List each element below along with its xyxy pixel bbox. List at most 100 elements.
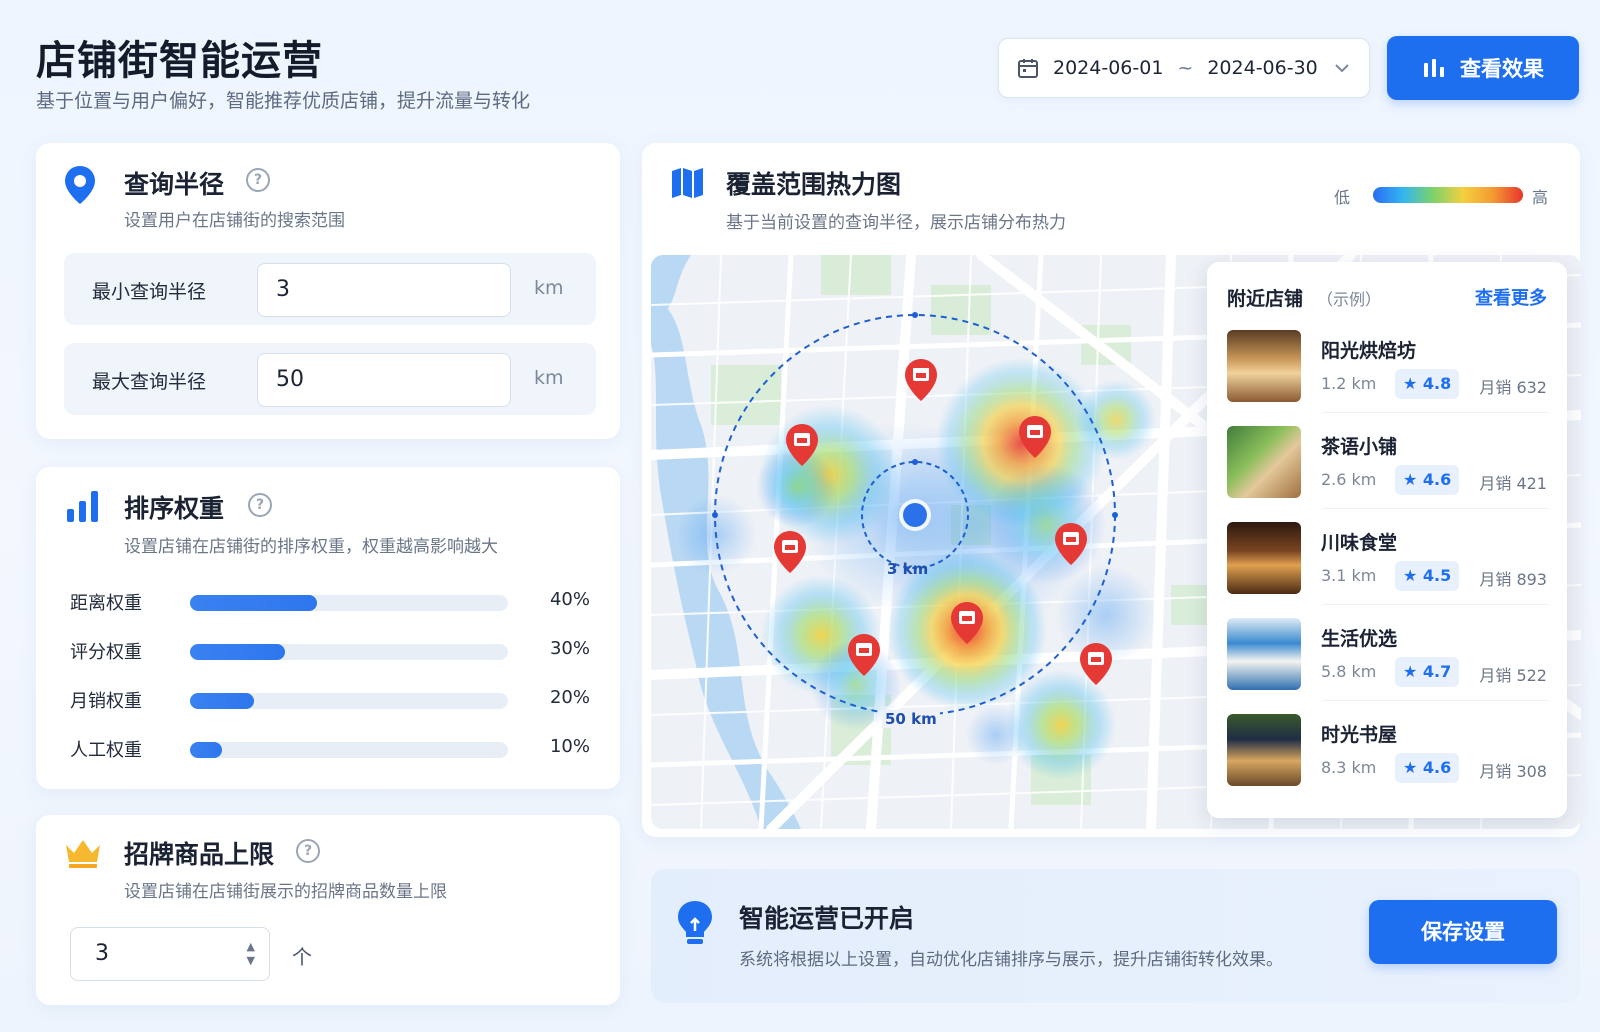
weight-slider[interactable]	[190, 644, 508, 660]
shop-pin-icon[interactable]	[773, 530, 807, 574]
shop-rating-value: 4.5	[1422, 566, 1452, 585]
shop-rating-value: 4.8	[1422, 374, 1452, 393]
min-radius-label: 最小查询半径	[92, 281, 207, 303]
shop-list-item[interactable]: 生活优选 5.8 km ★ 4.7 月销 522	[1227, 618, 1547, 694]
shop-distance: 1.2 km	[1321, 374, 1377, 393]
shop-thumbnail	[1227, 714, 1301, 786]
divider	[1323, 508, 1547, 509]
shop-thumbnail	[1227, 522, 1301, 594]
smart-operation-title: 智能运营已开启	[739, 904, 915, 933]
signature-products-title: 招牌商品上限	[124, 840, 275, 869]
weight-row-manual: 人工权重 10%	[70, 734, 590, 764]
star-icon: ★	[1403, 758, 1423, 777]
view-effect-button[interactable]: 查看效果	[1387, 36, 1579, 100]
date-start: 2024-06-01	[1053, 57, 1164, 79]
shop-name: 茶语小铺	[1321, 436, 1398, 458]
date-range-picker[interactable]: 2024-06-01 ~ 2024-06-30	[998, 38, 1370, 98]
shop-rating-value: 4.6	[1422, 470, 1452, 489]
lightbulb-icon	[678, 901, 712, 944]
star-icon: ★	[1403, 662, 1423, 681]
page-title: 店铺街智能运营	[36, 38, 323, 84]
min-radius-row: 最小查询半径 3 km	[64, 253, 596, 325]
help-icon[interactable]: ?	[246, 168, 270, 192]
location-pin-icon	[65, 166, 95, 204]
weight-label: 评分权重	[70, 642, 142, 663]
calendar-icon	[1018, 59, 1038, 78]
weight-label: 距离权重	[70, 593, 142, 614]
shop-rating: ★ 4.6	[1395, 465, 1459, 495]
max-radius-input[interactable]: 50	[257, 353, 511, 407]
shop-pin-icon[interactable]	[785, 423, 819, 467]
weight-slider[interactable]	[190, 693, 508, 709]
weight-percent: 20%	[549, 687, 590, 708]
date-separator: ~	[1177, 57, 1194, 79]
weight-fill	[190, 742, 222, 758]
weight-row-sales: 月销权重 20%	[70, 685, 590, 715]
weight-row-distance: 距离权重 40%	[70, 587, 590, 617]
outer-radius-label: 50 km	[882, 710, 940, 728]
inner-radius-label: 3 km	[887, 560, 929, 578]
shop-pin-icon[interactable]	[1054, 522, 1088, 566]
shop-distance: 5.8 km	[1321, 662, 1377, 681]
weight-row-rating: 评分权重 30%	[70, 636, 590, 666]
smart-operation-banner: 智能运营已开启 系统将根据以上设置，自动优化店铺排序与展示，提升店铺街转化效果。…	[651, 869, 1580, 1003]
shop-list-item[interactable]: 阳光烘焙坊 1.2 km ★ 4.8 月销 632	[1227, 330, 1547, 406]
view-more-link[interactable]: 查看更多	[1475, 284, 1547, 310]
help-icon[interactable]: ?	[248, 493, 272, 517]
signature-limit-unit: 个	[292, 945, 312, 969]
shop-pin-icon[interactable]	[950, 601, 984, 645]
shop-sales: 月销 308	[1479, 762, 1547, 781]
legend-low-label: 低	[1334, 188, 1351, 207]
weight-slider[interactable]	[190, 595, 508, 611]
save-settings-button[interactable]: 保存设置	[1369, 900, 1557, 964]
map-icon	[672, 168, 703, 198]
shop-pin-icon[interactable]	[1018, 415, 1052, 459]
star-icon: ★	[1403, 374, 1423, 393]
weight-slider[interactable]	[190, 742, 508, 758]
shop-name: 阳光烘焙坊	[1321, 340, 1417, 362]
shop-pin-icon[interactable]	[1079, 642, 1113, 686]
star-icon: ★	[1403, 566, 1423, 585]
max-radius-unit: km	[534, 367, 564, 389]
shop-distance: 3.1 km	[1321, 566, 1377, 585]
weight-percent: 10%	[549, 736, 590, 757]
star-icon: ★	[1403, 470, 1423, 489]
shop-list-item[interactable]: 茶语小铺 2.6 km ★ 4.6 月销 421	[1227, 426, 1547, 502]
smart-operation-desc: 系统将根据以上设置，自动优化店铺排序与展示，提升店铺街转化效果。	[739, 950, 1283, 970]
shop-sales: 月销 522	[1479, 666, 1547, 685]
weight-percent: 40%	[549, 589, 590, 610]
shop-thumbnail	[1227, 330, 1301, 402]
shop-name: 生活优选	[1321, 628, 1398, 650]
query-radius-subtitle: 设置用户在店铺街的搜索范围	[124, 211, 345, 231]
date-end: 2024-06-30	[1207, 57, 1318, 79]
shop-sales: 月销 421	[1479, 474, 1547, 493]
bar-chart-icon	[1424, 59, 1444, 77]
weight-percent: 30%	[549, 638, 590, 659]
weight-label: 人工权重	[70, 740, 142, 761]
sort-weight-subtitle: 设置店铺在店铺街的排序权重，权重越高影响越大	[124, 537, 498, 557]
max-radius-label: 最大查询半径	[92, 371, 207, 393]
page-subtitle: 基于位置与用户偏好，智能推荐优质店铺，提升流量与转化	[36, 90, 531, 112]
shop-pin-icon[interactable]	[847, 633, 881, 677]
shop-pin-icon[interactable]	[904, 358, 938, 402]
crown-icon	[66, 840, 100, 868]
signature-products-card: 招牌商品上限 ? 设置店铺在店铺街展示的招牌商品数量上限 3 ▲ ▼ 个	[36, 815, 620, 1005]
shop-list-item[interactable]: 时光书屋 8.3 km ★ 4.6 月销 308	[1227, 714, 1547, 790]
help-icon[interactable]: ?	[296, 839, 320, 863]
shop-thumbnail	[1227, 426, 1301, 498]
shop-rating-value: 4.7	[1422, 662, 1452, 681]
weight-fill	[190, 595, 318, 611]
heat-legend-bar	[1373, 187, 1523, 203]
shop-distance: 8.3 km	[1321, 758, 1377, 777]
shop-list-item[interactable]: 川味食堂 3.1 km ★ 4.5 月销 893	[1227, 522, 1547, 598]
heatmap-title: 覆盖范围热力图	[726, 170, 902, 199]
chevron-down-icon	[1335, 64, 1349, 73]
shop-thumbnail	[1227, 618, 1301, 690]
min-radius-input[interactable]: 3	[257, 263, 511, 317]
stepper-arrows-icon[interactable]: ▲ ▼	[247, 940, 255, 968]
divider	[1323, 700, 1547, 701]
signature-limit-stepper[interactable]: 3 ▲ ▼	[70, 927, 270, 981]
divider	[1323, 412, 1547, 413]
shop-distance: 2.6 km	[1321, 470, 1377, 489]
nearby-shops-title: 附近店铺	[1227, 288, 1304, 310]
